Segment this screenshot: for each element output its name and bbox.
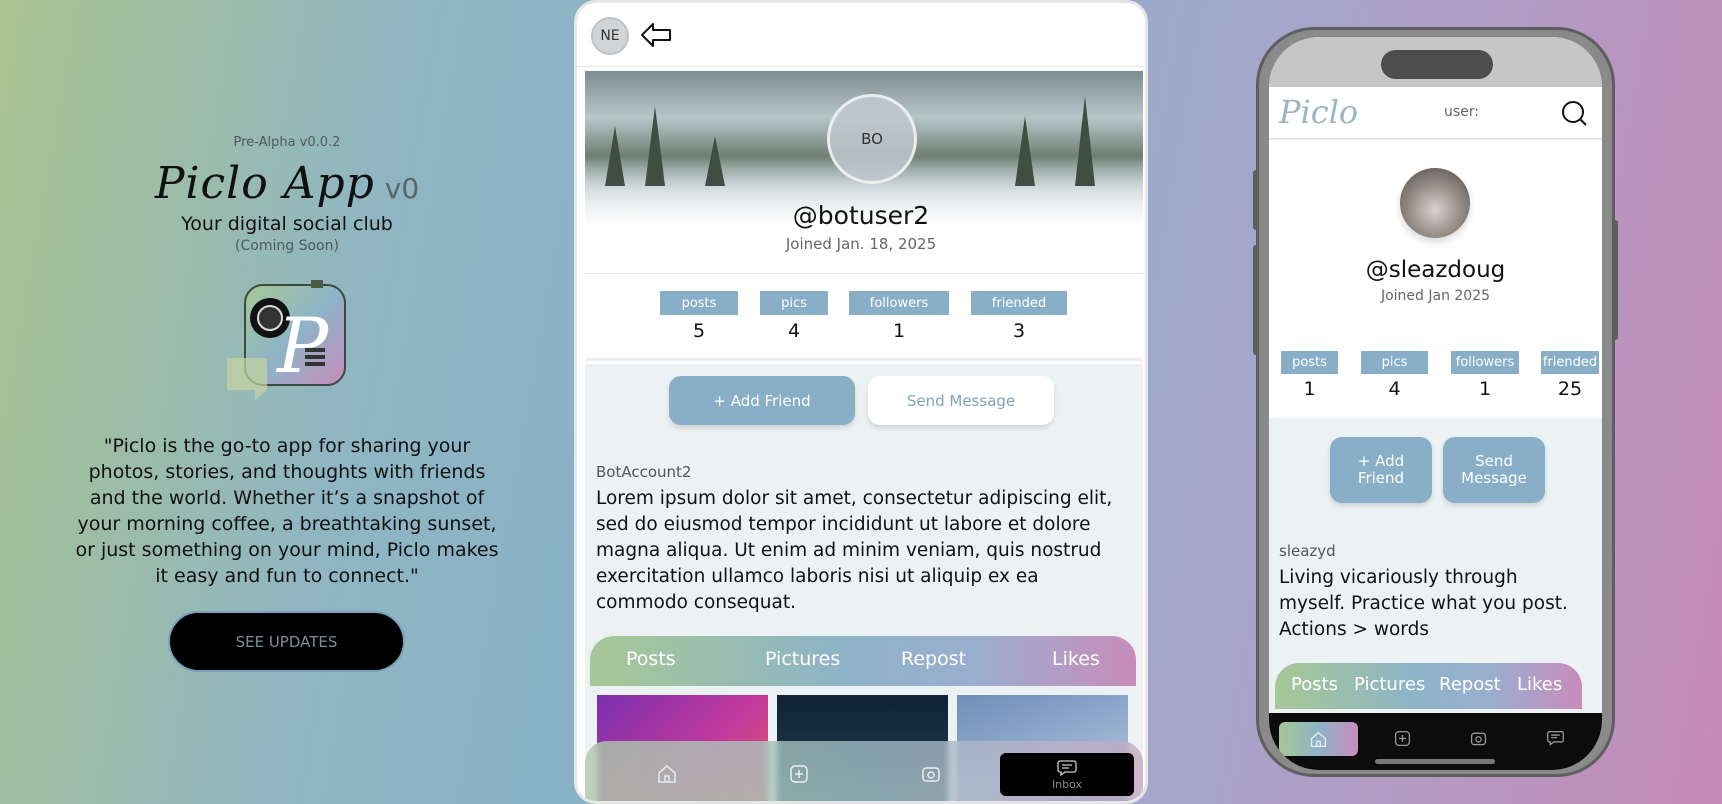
promo-section: Pre-Alpha v0.0.2 Piclo App v0 Your digita… — [0, 0, 574, 804]
phone-frame: Piclo user: @sleazdoug Joined Jan 2025 p… — [1253, 27, 1618, 777]
piclo-logo[interactable]: Piclo — [1279, 93, 1358, 131]
home-nav-button[interactable] — [1279, 722, 1358, 756]
brand-version: v0 — [384, 172, 420, 205]
top-bar: NE — [577, 3, 1145, 67]
promo-quote: "Piclo is the go-to app for sharing your… — [75, 435, 499, 587]
tablet-frame: NE BO @botuser2 Joined Jan. 18, 2025 pos… — [574, 0, 1148, 804]
send-message-button[interactable]: Send Message — [1443, 437, 1545, 503]
profile-bio: Living vicariously through myself. Pract… — [1279, 567, 1568, 640]
tab-pictures[interactable]: Pictures — [1354, 674, 1425, 695]
chat-icon — [1057, 759, 1077, 776]
stat-pics[interactable]: pics 4 — [760, 291, 828, 342]
profile-header: @sleazdoug Joined Jan 2025 — [1269, 140, 1602, 348]
stat-label: pics — [1361, 351, 1428, 374]
stat-value: 4 — [787, 320, 801, 342]
chat-icon[interactable] — [1546, 729, 1565, 748]
display-name: sleazyd — [1279, 542, 1336, 560]
stat-label: followers — [1451, 351, 1519, 374]
tagline: Your digital social club — [181, 213, 393, 235]
phone-side-button — [1253, 170, 1259, 230]
stat-label: followers — [849, 291, 949, 315]
stat-label: friended — [971, 291, 1067, 315]
camera-icon[interactable] — [920, 763, 942, 785]
version-label: Pre-Alpha v0.0.2 — [233, 135, 341, 150]
add-post-icon[interactable] — [788, 763, 810, 785]
tab-likes[interactable]: Likes — [1517, 674, 1562, 695]
profile-tabs: Posts Pictures Repost Likes — [1275, 663, 1582, 709]
brand-title: Piclo App v0 — [0, 158, 574, 209]
stat-followers[interactable]: followers 1 — [849, 291, 949, 342]
profile-body: + Add Friend Send Message BotAccount2 Lo… — [585, 364, 1143, 801]
stat-value: 25 — [1557, 378, 1583, 400]
home-icon[interactable] — [656, 763, 678, 785]
profile-handle: @botuser2 — [792, 201, 930, 230]
stat-posts[interactable]: posts 5 — [660, 291, 738, 342]
camera-icon[interactable] — [1469, 729, 1488, 748]
profile-stats: posts 5 pics 4 followers 1 friended 3 — [585, 273, 1143, 361]
profile-avatar: BO — [827, 94, 917, 184]
home-icon — [1310, 731, 1327, 748]
joined-date: Joined Jan 2025 — [1380, 288, 1491, 304]
stat-label: pics — [760, 291, 828, 315]
app-header: Piclo user: — [1269, 87, 1602, 139]
stat-label: posts — [660, 291, 738, 315]
tab-pictures[interactable]: Pictures — [765, 648, 840, 670]
status-bar — [1269, 37, 1602, 87]
phone-side-button — [1253, 245, 1259, 355]
profile-stats: posts 1 pics 4 followers 1 friended 25 — [1269, 348, 1602, 418]
send-message-button[interactable]: Send Message — [868, 376, 1054, 425]
piclo-app-icon: P — [227, 280, 346, 400]
stat-label: posts — [1281, 351, 1338, 374]
stat-friended[interactable]: friended 3 — [971, 291, 1067, 342]
home-indicator — [1375, 759, 1495, 764]
bottom-nav: Inbox — [585, 741, 1143, 801]
stat-pics[interactable]: pics 4 — [1361, 351, 1428, 400]
inbox-nav-button[interactable]: Inbox — [1000, 753, 1134, 796]
profile-handle: @sleazdoug — [1365, 257, 1506, 283]
profile-tabs: Posts Pictures Repost Likes — [590, 636, 1136, 686]
phone-side-button — [1612, 220, 1618, 340]
viewer-avatar[interactable]: NE — [591, 17, 629, 55]
tab-likes[interactable]: Likes — [1052, 648, 1100, 670]
stat-value: 4 — [1388, 378, 1401, 400]
add-friend-button[interactable]: + Add Friend — [669, 376, 855, 425]
stat-value: 3 — [1012, 320, 1026, 342]
stat-label: friended — [1541, 351, 1599, 374]
add-post-icon[interactable] — [1393, 729, 1412, 748]
joined-date: Joined Jan. 18, 2025 — [785, 235, 937, 253]
tab-posts[interactable]: Posts — [1291, 674, 1338, 695]
stat-value: 1 — [1478, 378, 1492, 400]
tab-repost[interactable]: Repost — [1439, 674, 1501, 695]
stat-value: 5 — [692, 320, 706, 342]
tab-posts[interactable]: Posts — [626, 648, 676, 670]
phone-screen: Piclo user: @sleazdoug Joined Jan 2025 p… — [1269, 37, 1602, 770]
brand-name: Piclo App — [154, 158, 375, 209]
profile-bio: Lorem ipsum dolor sit amet, consectetur … — [596, 488, 1113, 613]
stat-followers[interactable]: followers 1 — [1451, 351, 1519, 400]
coming-soon-label: (Coming Soon) — [235, 238, 339, 254]
svg-text:P: P — [275, 301, 330, 390]
search-icon[interactable] — [1561, 100, 1587, 126]
display-name: BotAccount2 — [596, 463, 692, 481]
stat-posts[interactable]: posts 1 — [1281, 351, 1338, 400]
tab-repost[interactable]: Repost — [901, 648, 966, 670]
profile-avatar — [1400, 168, 1470, 238]
user-label: user: — [1444, 104, 1480, 120]
see-updates-button[interactable]: SEE UPDATES — [168, 611, 405, 672]
stat-value: 1 — [1303, 378, 1316, 400]
add-friend-button[interactable]: + Add Friend — [1330, 437, 1432, 503]
stat-value: 1 — [892, 320, 906, 342]
dynamic-island — [1381, 50, 1493, 79]
back-arrow-icon[interactable] — [639, 21, 673, 49]
stat-friended[interactable]: friended 25 — [1541, 351, 1599, 400]
inbox-label: Inbox — [1051, 777, 1083, 791]
